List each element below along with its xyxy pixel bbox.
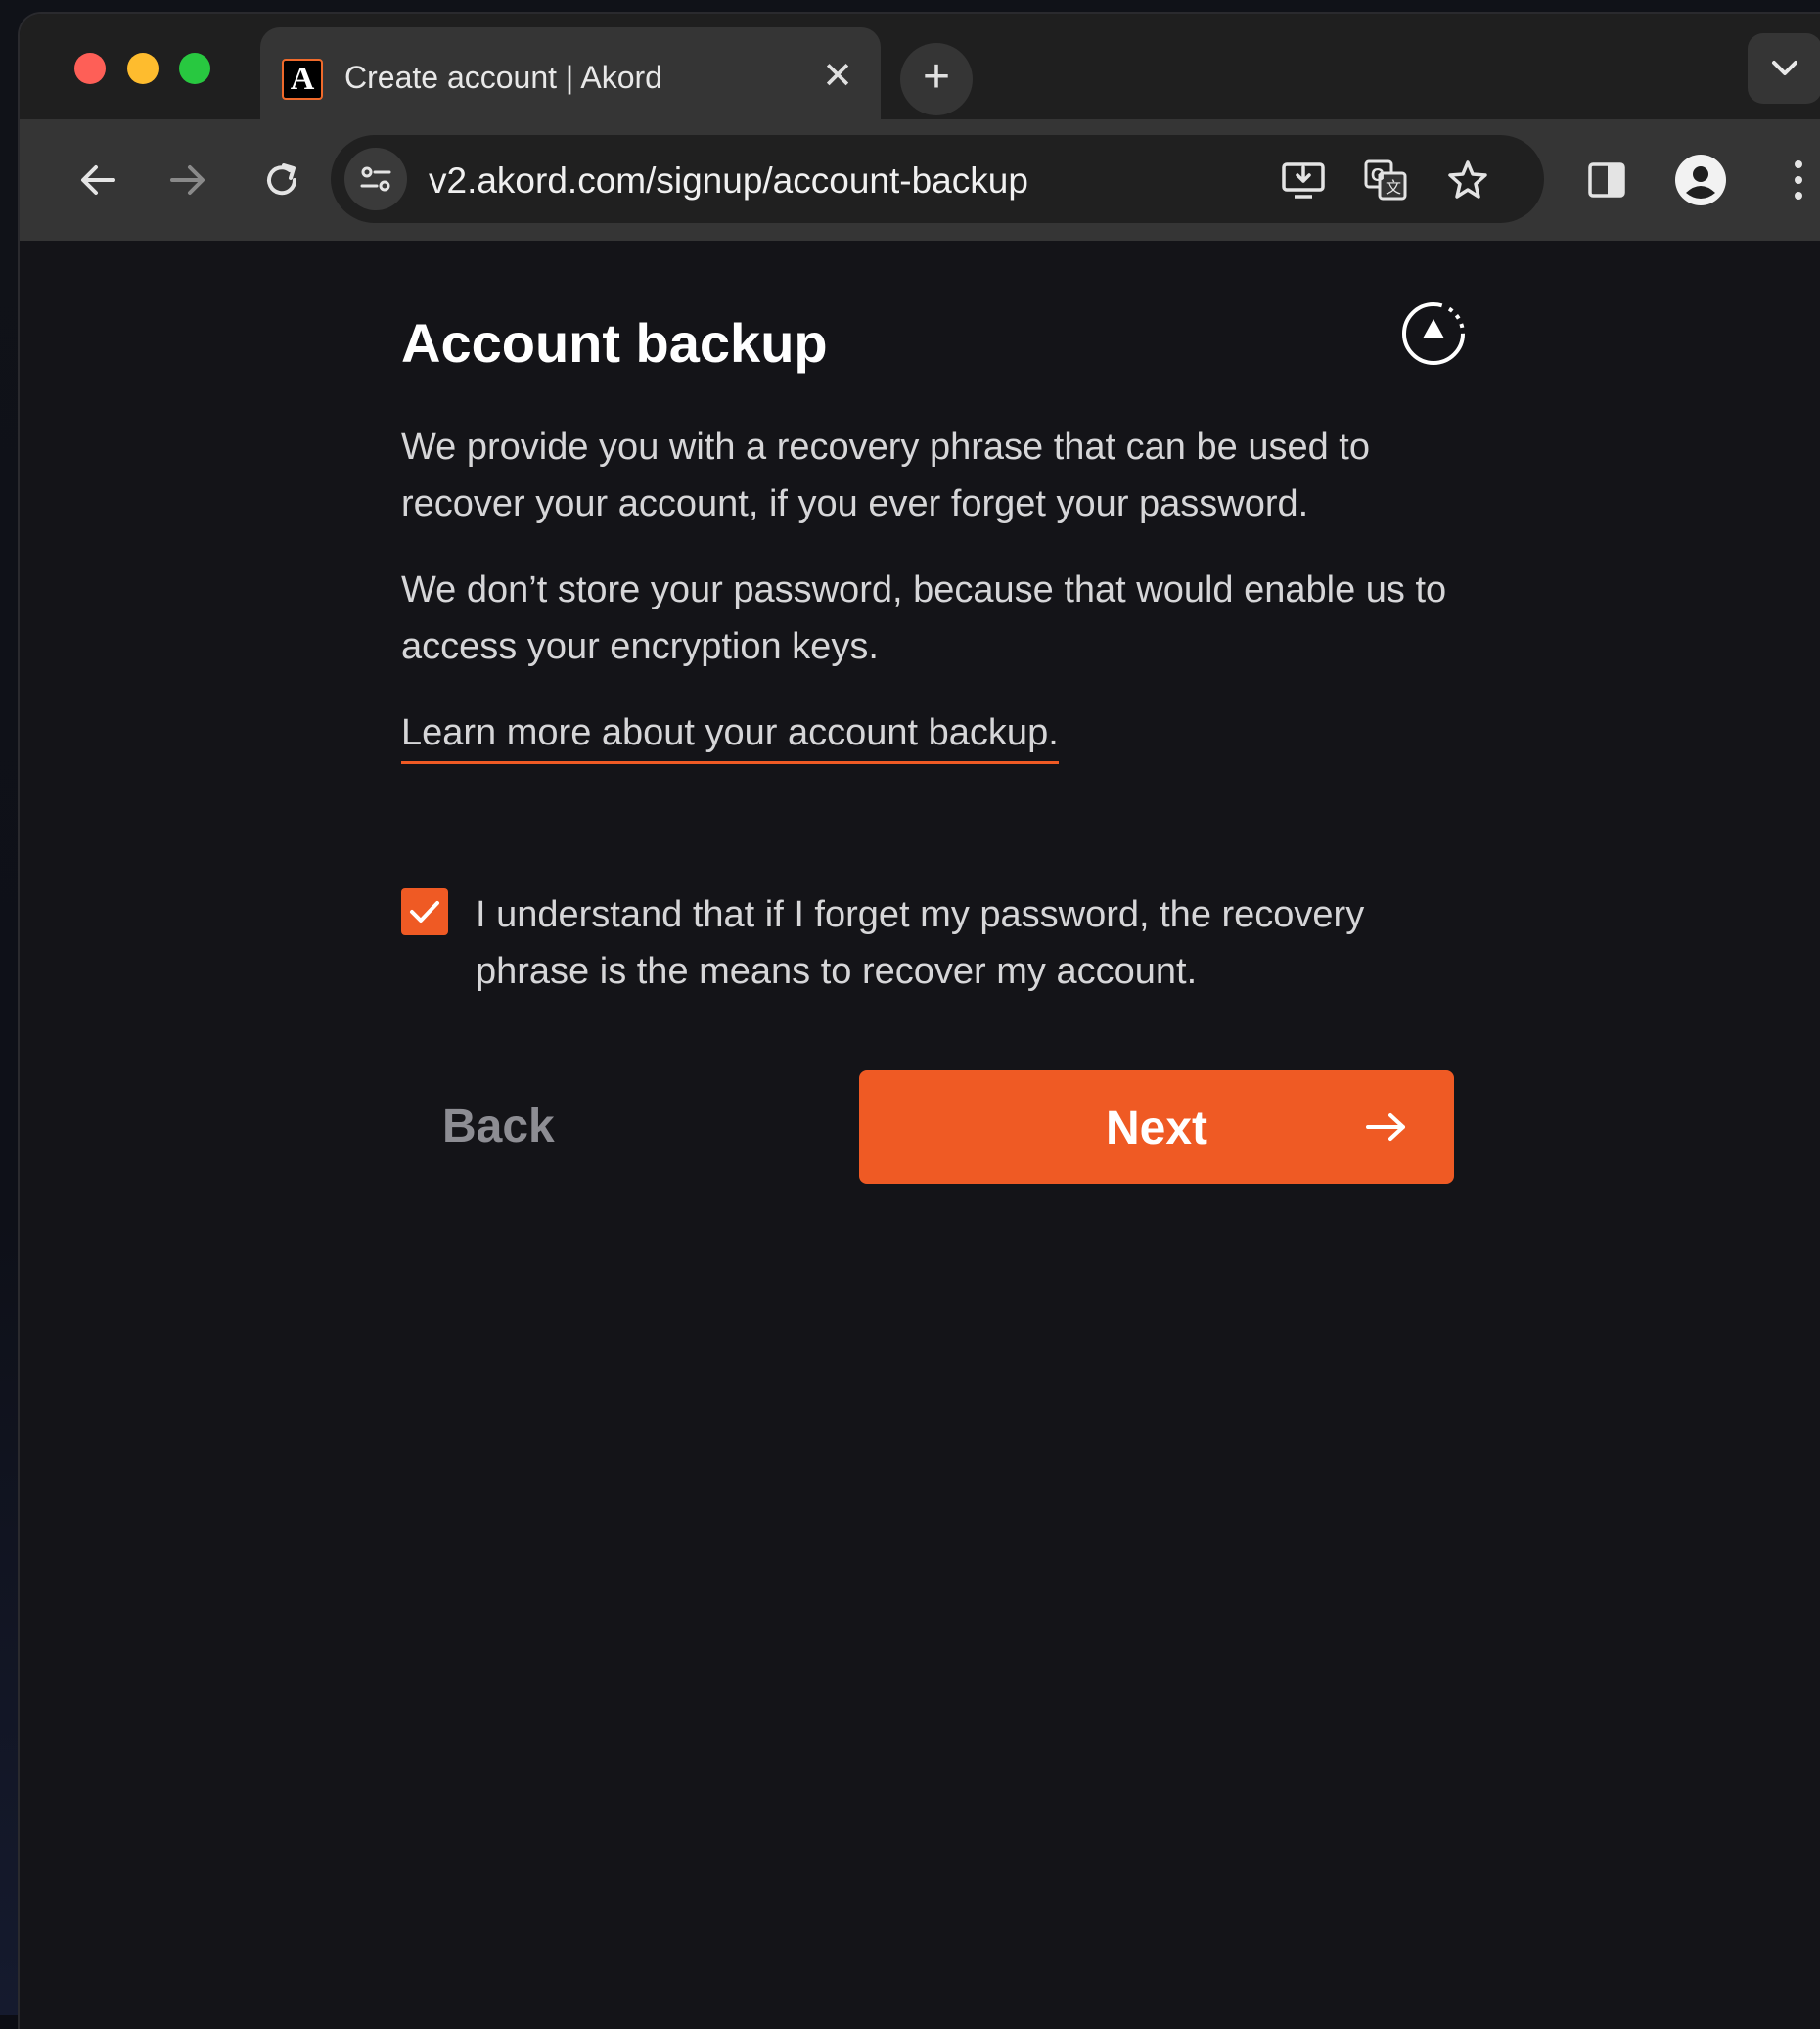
forward-arrow-icon[interactable] — [157, 149, 219, 211]
minimize-window-button[interactable] — [127, 53, 159, 84]
arrow-right-icon — [1366, 1113, 1405, 1141]
tab-search-chevron-icon[interactable] — [1748, 33, 1820, 104]
close-tab-icon[interactable]: ✕ — [818, 57, 857, 96]
close-window-button[interactable] — [74, 53, 106, 84]
translate-icon[interactable]: G文 — [1358, 153, 1413, 207]
reload-icon[interactable] — [250, 149, 313, 211]
tab-create-account[interactable]: A Create account | Akord ✕ — [260, 27, 881, 119]
learn-more-link[interactable]: Learn more about your account backup. — [401, 704, 1059, 764]
more-menu-icon[interactable] — [1767, 149, 1820, 211]
consent-checkbox[interactable] — [401, 888, 448, 935]
password-storage-description: We don’t store your password, because th… — [401, 569, 1447, 667]
side-panel-icon[interactable] — [1575, 149, 1638, 211]
install-app-icon[interactable] — [1276, 153, 1331, 207]
next-button[interactable]: Next — [859, 1070, 1454, 1184]
new-tab-button[interactable]: + — [900, 43, 973, 115]
browser-window: A Create account | Akord ✕ + v2.akord.co… — [20, 14, 1820, 2029]
svg-text:G: G — [1371, 165, 1385, 185]
bookmark-star-icon[interactable] — [1440, 153, 1495, 207]
browser-toolbar: v2.akord.com/signup/account-backup G文 — [20, 119, 1820, 241]
svg-text:文: 文 — [1386, 178, 1401, 197]
back-arrow-icon[interactable] — [67, 149, 129, 211]
consent-checkbox-label[interactable]: I understand that if I forget my passwor… — [476, 886, 1464, 1000]
checkmark-icon — [410, 901, 439, 923]
maximize-window-button[interactable] — [179, 53, 210, 84]
tab-strip: A Create account | Akord ✕ + — [20, 14, 1820, 119]
recovery-phrase-description: We provide you with a recovery phrase th… — [401, 427, 1370, 524]
url-text[interactable]: v2.akord.com/signup/account-backup — [429, 160, 1028, 202]
address-bar[interactable]: v2.akord.com/signup/account-backup G文 — [331, 135, 1544, 223]
tab-title: Create account | Akord — [344, 60, 662, 95]
back-button[interactable]: Back — [401, 1070, 597, 1182]
profile-icon[interactable] — [1669, 149, 1732, 211]
site-settings-icon[interactable] — [344, 148, 407, 210]
akord-logo-icon — [1399, 299, 1468, 368]
akord-favicon-icon: A — [282, 59, 323, 100]
page-title: Account backup — [401, 312, 828, 374]
page-body: Account backup We provide you with a rec… — [20, 241, 1820, 2029]
